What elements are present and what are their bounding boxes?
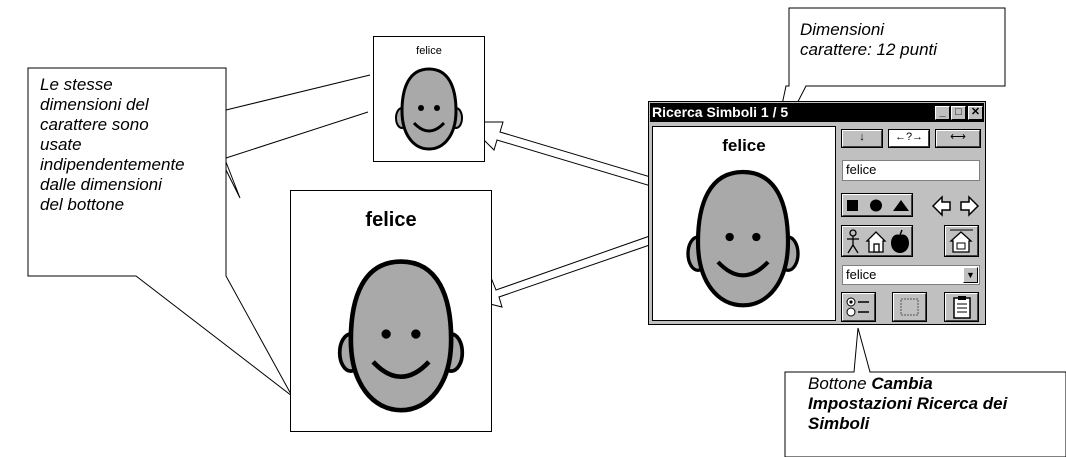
large-card-label: felice: [365, 209, 417, 231]
preview-label: felice: [722, 136, 766, 155]
circle-icon: [870, 199, 882, 212]
left-callout-text: Le stesse dimensioni del carattere sono …: [40, 75, 230, 215]
arrow-to-large-card: [460, 230, 668, 308]
shape-filter-button[interactable]: [841, 193, 913, 217]
triangle-icon: [893, 200, 909, 211]
note-bold: Cambia: [871, 374, 933, 393]
note-line: carattere sono: [40, 115, 149, 134]
arrow-right-icon[interactable]: [958, 195, 980, 217]
button-callout-text: Bottone Cambia Impostazioni Ricerca dei …: [808, 374, 1063, 434]
note-line: Le stesse: [40, 75, 113, 94]
note-bold: Simboli: [808, 414, 870, 433]
note-bold: Impostazioni Ricerca dei: [808, 394, 1008, 413]
category-buttons[interactable]: [841, 225, 913, 257]
large-symbol-card: felice: [290, 190, 492, 432]
dropdown-selected-value: felice: [846, 267, 877, 282]
symbol-dropdown[interactable]: felice ▼: [842, 265, 980, 285]
home-action-icon: [949, 229, 973, 253]
label-position-middle-button[interactable]: ←?→: [888, 129, 930, 148]
clipboard-icon: [953, 296, 971, 319]
close-button[interactable]: ✕: [968, 106, 983, 120]
small-card-label: felice: [416, 45, 442, 57]
minimize-button[interactable]: _: [935, 106, 950, 120]
maximize-button[interactable]: □: [951, 106, 966, 120]
shape-icons: [847, 199, 909, 212]
note-prefix: Bottone: [808, 374, 872, 393]
empty-frame-icon: [900, 298, 919, 316]
note-line: dalle dimensioni: [40, 175, 162, 194]
home-category-button[interactable]: [944, 225, 979, 257]
callout-line-mid: [225, 111, 369, 159]
note-line: usate: [40, 135, 82, 154]
arrow-to-small-card: [464, 121, 665, 190]
note-line: Dimensioni: [800, 20, 885, 39]
square-icon: [847, 200, 858, 211]
change-search-settings-button[interactable]: [841, 292, 876, 322]
window-title: Ricerca Simboli 1 / 5: [652, 104, 789, 120]
note-line: del bottone: [40, 195, 125, 214]
smiling-face-icon: [686, 169, 800, 308]
font-size-callout-text: Dimensioni carattere: 12 punti: [800, 20, 1000, 60]
apple-icon: [891, 229, 909, 253]
smiling-face-icon: [395, 67, 463, 151]
note-line: indipendentemente: [40, 155, 185, 174]
category-icons: [847, 229, 909, 254]
window-titlebar: Ricerca Simboli 1 / 5 _ □ ✕: [650, 103, 984, 122]
symbol-preview: felice: [652, 126, 836, 321]
frame-button[interactable]: [892, 292, 927, 322]
callout-line-top: [225, 74, 371, 111]
chevron-down-icon[interactable]: ▼: [963, 267, 978, 283]
smiling-face-icon: [337, 259, 465, 413]
label-width-button[interactable]: ⟷: [935, 129, 981, 148]
note-line: carattere: 12 punti: [800, 40, 938, 59]
house-icon: [865, 231, 887, 253]
label-position-bottom-button[interactable]: ↓: [841, 129, 883, 148]
small-symbol-card: felice: [373, 36, 485, 162]
arrow-left-icon[interactable]: [931, 195, 953, 217]
clipboard-button[interactable]: [944, 292, 979, 322]
note-line: dimensioni del: [40, 95, 149, 114]
symbol-search-window: Ricerca Simboli 1 / 5 _ □ ✕ felice ↓ ←?→…: [648, 101, 986, 325]
settings-options-icon: [846, 297, 869, 317]
person-icon: [847, 229, 859, 254]
search-input[interactable]: felice: [842, 160, 980, 181]
